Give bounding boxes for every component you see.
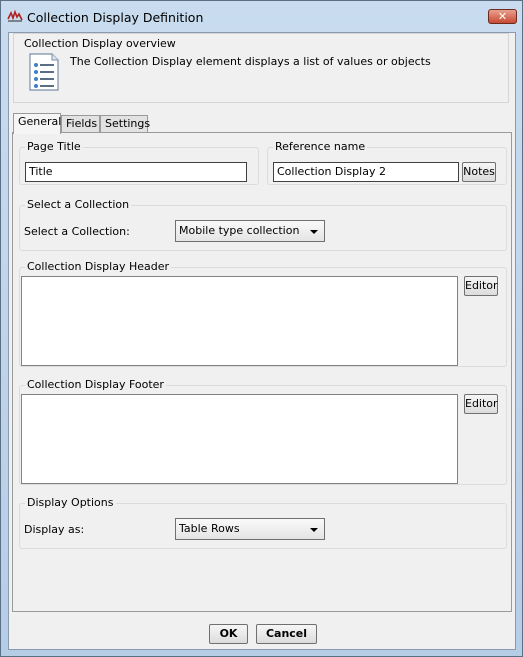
chevron-down-icon	[310, 528, 318, 532]
overview-description: The Collection Display element displays …	[70, 55, 431, 68]
dialog-window: Collection Display Definition ✕ Collecti…	[0, 0, 523, 657]
page-title-input[interactable]: Title	[25, 162, 247, 182]
header-group: Collection Display Header Editor	[19, 260, 507, 367]
footer-group: Collection Display Footer Editor	[19, 378, 507, 485]
footer-textarea[interactable]	[21, 394, 458, 484]
tab-settings[interactable]: Settings	[100, 115, 150, 132]
reference-name-input[interactable]: Collection Display 2	[273, 162, 459, 182]
select-collection-group-label: Select a Collection	[25, 198, 132, 211]
reference-name-label: Reference name	[273, 140, 368, 153]
header-editor-button[interactable]: Editor	[464, 276, 498, 296]
header-textarea[interactable]	[21, 276, 458, 366]
display-options-group: Display Options Display as: Table Rows	[19, 496, 507, 549]
display-as-dropdown-value: Table Rows	[179, 522, 240, 535]
overview-panel: Collection Display overview The Collecti…	[13, 33, 509, 103]
collection-dropdown-value: Mobile type collection	[179, 224, 300, 237]
notes-button[interactable]: Notes	[462, 162, 496, 182]
dialog-content: Collection Display overview The Collecti…	[8, 32, 516, 650]
collection-dropdown[interactable]: Mobile type collection	[175, 220, 325, 242]
cancel-button[interactable]: Cancel	[256, 624, 317, 644]
tab-general[interactable]: General	[13, 113, 61, 134]
select-collection-field-label: Select a Collection:	[24, 225, 130, 238]
display-options-group-label: Display Options	[25, 496, 116, 509]
tab-fields[interactable]: Fields	[61, 115, 100, 132]
chevron-down-icon	[310, 230, 318, 234]
header-label: Collection Display Header	[25, 260, 172, 273]
window-title: Collection Display Definition	[27, 10, 204, 25]
footer-editor-button[interactable]: Editor	[464, 394, 498, 414]
footer-label: Collection Display Footer	[25, 378, 166, 391]
ok-button[interactable]: OK	[209, 624, 248, 644]
close-button[interactable]: ✕	[488, 9, 517, 24]
app-logo-icon	[7, 9, 23, 23]
display-as-label: Display as:	[24, 523, 85, 536]
reference-name-group: Reference name Collection Display 2 Note…	[267, 140, 507, 185]
overview-title: Collection Display overview	[24, 37, 176, 50]
title-bar[interactable]: Collection Display Definition ✕	[1, 1, 522, 32]
select-collection-group: Select a Collection Select a Collection:…	[19, 198, 507, 251]
document-list-icon	[28, 52, 60, 92]
close-icon: ✕	[497, 10, 508, 23]
page-title-label: Page Title	[25, 140, 83, 153]
page-title-group: Page Title Title	[19, 140, 259, 185]
general-tab-panel: Page Title Title Reference name Collecti…	[12, 132, 512, 612]
display-as-dropdown[interactable]: Table Rows	[175, 518, 325, 540]
